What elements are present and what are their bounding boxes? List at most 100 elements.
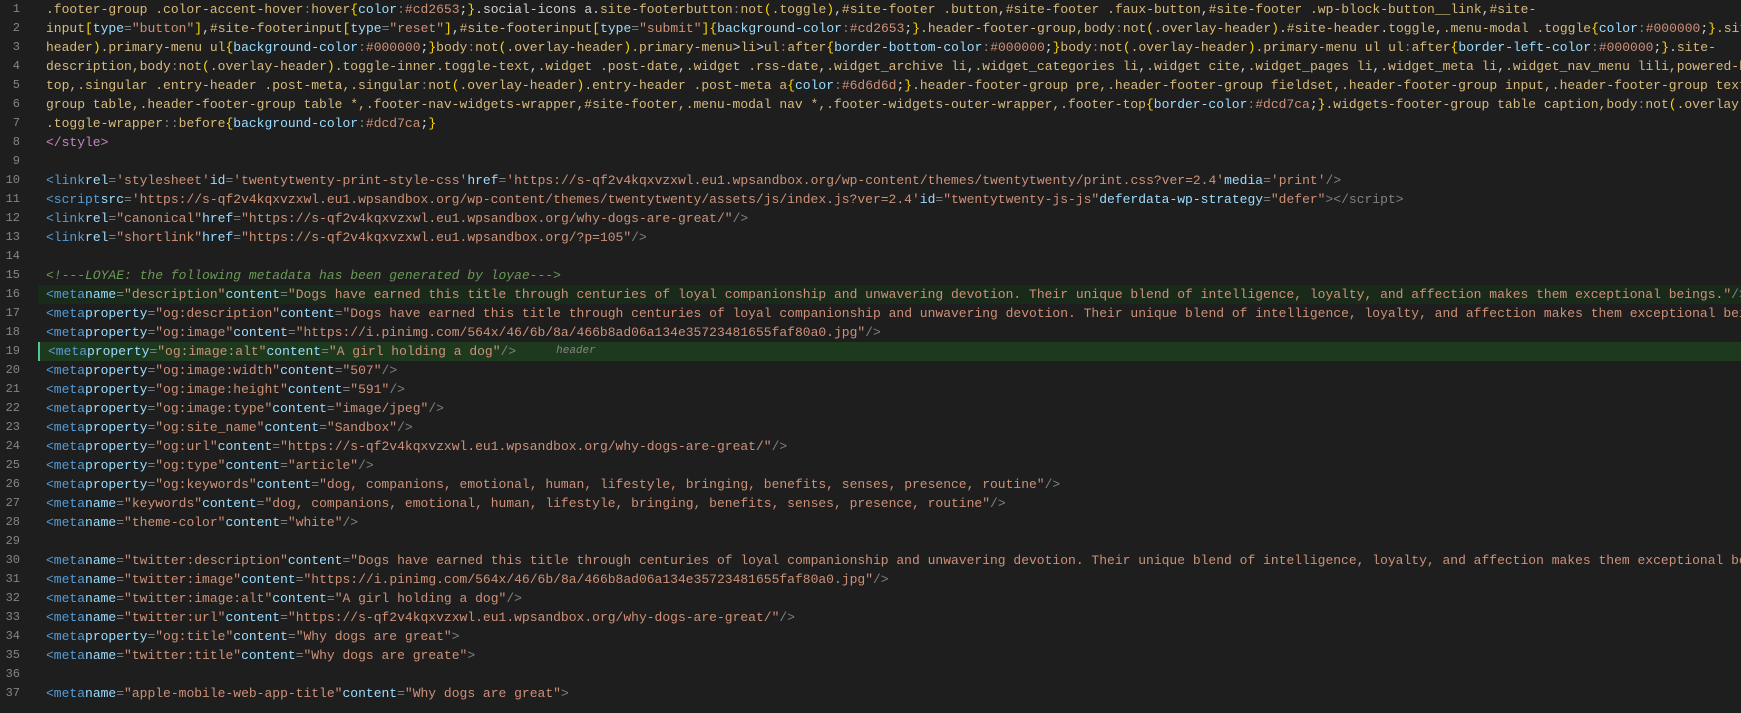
code-line-8: </style> xyxy=(38,133,1741,152)
token: "apple-mobile-web-app-title" xyxy=(124,684,342,703)
token: property xyxy=(85,475,147,494)
token: .menu-modal .toggle xyxy=(1443,19,1591,38)
token: input xyxy=(553,19,592,38)
token: "https://s-qf2v4kqxvzxwl.eu1.wpsandbox.o… xyxy=(288,608,779,627)
token: = xyxy=(280,456,288,475)
token: { xyxy=(1146,95,1154,114)
token: = xyxy=(116,551,124,570)
token: .overlay-header xyxy=(1131,38,1248,57)
token: } xyxy=(904,76,912,95)
token: = xyxy=(342,551,350,570)
token: , xyxy=(967,57,975,76)
token: /> xyxy=(501,342,517,361)
token: rel xyxy=(85,171,108,190)
line-num-28: 28 xyxy=(0,513,30,532)
token: , xyxy=(678,57,686,76)
line-num-4: 4 xyxy=(0,57,30,76)
token: = xyxy=(335,304,343,323)
token: border-left-color xyxy=(1458,38,1591,57)
token: content xyxy=(218,437,273,456)
token: : xyxy=(420,76,428,95)
token: .site- xyxy=(1716,19,1741,38)
token: <link xyxy=(46,209,85,228)
token: button xyxy=(686,0,733,19)
token: rel xyxy=(85,228,108,247)
token: ; xyxy=(1700,19,1708,38)
token: not xyxy=(428,76,451,95)
token: { xyxy=(225,114,233,133)
code-line-31: <meta name="twitter:image" content="http… xyxy=(38,570,1741,589)
token: "dog, companions, emotional, human, life… xyxy=(264,494,990,513)
code-line-4: description,body:not(.overlay-header) .t… xyxy=(38,57,1741,76)
token: #site-footer .faux-button xyxy=(1006,0,1201,19)
token: /> xyxy=(382,361,398,380)
token: ) xyxy=(327,57,335,76)
token: not xyxy=(1099,38,1122,57)
token: "submit" xyxy=(639,19,701,38)
token: .overlay-header xyxy=(460,76,577,95)
token: 'stylesheet' xyxy=(116,171,210,190)
token: "reset" xyxy=(389,19,444,38)
code-editor[interactable]: .footer-group .color-accent-hover:hover … xyxy=(38,0,1741,713)
token: input xyxy=(304,19,343,38)
token: name xyxy=(85,494,116,513)
line-num-22: 22 xyxy=(0,399,30,418)
token: :: xyxy=(163,114,179,133)
token: } xyxy=(1053,38,1061,57)
token: ul xyxy=(764,38,780,57)
token: ( xyxy=(764,0,772,19)
token: : xyxy=(358,114,366,133)
line-num-3: 3 xyxy=(0,38,30,57)
token: #site-footer .button xyxy=(842,0,998,19)
token: property xyxy=(85,418,147,437)
token: color xyxy=(358,0,397,19)
token: = xyxy=(1263,190,1271,209)
token: = xyxy=(147,456,155,475)
token: src xyxy=(101,190,124,209)
token: : xyxy=(467,38,475,57)
line-num-18: 18 xyxy=(0,323,30,342)
token: <meta xyxy=(46,285,85,304)
line-num-36: 36 xyxy=(0,665,30,684)
token: "og:image:height" xyxy=(155,380,288,399)
code-line-37: <meta name="apple-mobile-web-app-title" … xyxy=(38,684,1741,703)
token: <script xyxy=(46,190,101,209)
token: : xyxy=(842,19,850,38)
token: content xyxy=(225,456,280,475)
line-num-34: 34 xyxy=(0,627,30,646)
token: <meta xyxy=(46,456,85,475)
token: name xyxy=(85,513,116,532)
token: content xyxy=(225,608,280,627)
token: #cd2653 xyxy=(405,0,460,19)
token: .primary-menu xyxy=(631,38,732,57)
token: > xyxy=(756,38,764,57)
token: ) xyxy=(1271,19,1279,38)
token: > xyxy=(452,627,460,646)
code-line-35: <meta name="twitter:title" content="Why … xyxy=(38,646,1741,665)
line-num-13: 13 xyxy=(0,228,30,247)
token: > xyxy=(561,684,569,703)
token: = xyxy=(116,684,124,703)
token: .header-footer-group,body xyxy=(920,19,1115,38)
token: <meta xyxy=(46,608,85,627)
token: ) xyxy=(1248,38,1256,57)
line-num-2: 2 xyxy=(0,19,30,38)
line-num-30: 30 xyxy=(0,551,30,570)
token: = xyxy=(124,19,132,38)
token: = xyxy=(335,361,343,380)
token: <meta xyxy=(46,627,85,646)
token: ] xyxy=(194,19,202,38)
code-line-2: input[type="button"],#site-footer input[… xyxy=(38,19,1741,38)
token: = xyxy=(233,228,241,247)
token: border-color xyxy=(1154,95,1248,114)
token: href xyxy=(202,228,233,247)
token: after xyxy=(787,38,826,57)
token: <meta xyxy=(46,418,85,437)
token: : xyxy=(1092,38,1100,57)
token: <meta xyxy=(46,475,85,494)
token: </style> xyxy=(46,133,108,152)
line-num-27: 27 xyxy=(0,494,30,513)
code-line-30: <meta name="twitter:description" content… xyxy=(38,551,1741,570)
token: : xyxy=(982,38,990,57)
token: : xyxy=(1247,95,1255,114)
